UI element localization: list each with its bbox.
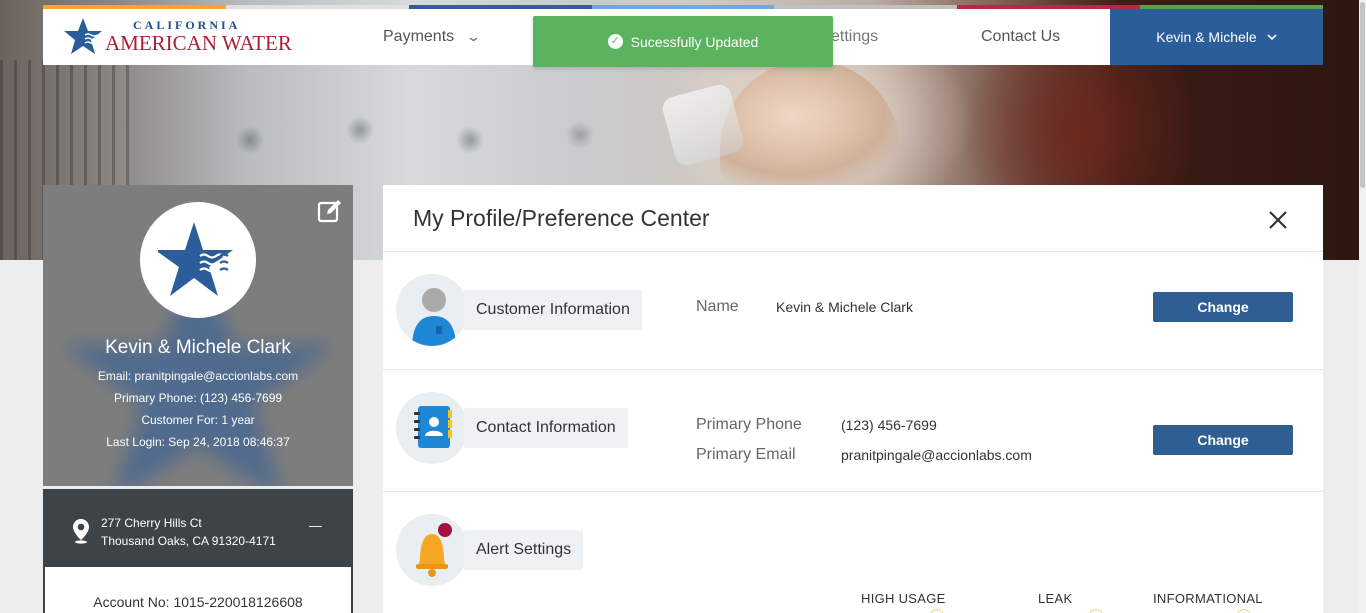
- service-address-card[interactable]: 277 Cherry Hills Ct Thousand Oaks, CA 91…: [43, 489, 353, 567]
- hero-child-image: [720, 60, 900, 185]
- field-label-name: Name: [696, 298, 739, 315]
- close-icon[interactable]: [1266, 208, 1290, 232]
- section-label-customer-information: Customer Information: [464, 290, 642, 330]
- stripe-segment: [43, 5, 226, 9]
- high-usage-toggle[interactable]: [930, 609, 944, 613]
- edit-icon[interactable]: [317, 198, 343, 224]
- logo-text-bottom: AMERICAN WATER: [105, 31, 292, 55]
- field-value-primary-email: pranitpingale@accionlabs.com: [841, 447, 1032, 463]
- chevron-down-icon: [1267, 33, 1277, 40]
- account-card: Account No: 1015-220018126608: [43, 567, 353, 613]
- field-label-primary-phone: Primary Phone: [696, 416, 802, 433]
- hero-star-garland: [220, 80, 640, 180]
- company-logo[interactable]: CALIFORNIA AMERICAN WATER: [63, 15, 292, 57]
- success-toast: ✓ Sucessfully Updated: [533, 16, 833, 67]
- stripe-segment: [225, 5, 409, 9]
- bell-icon: [396, 514, 468, 586]
- panel-title: My Profile/Preference Center: [413, 205, 710, 231]
- nav-contact-us[interactable]: Contact Us: [981, 9, 1060, 65]
- column-high-usage: HIGH USAGE: [861, 591, 946, 606]
- profile-card: Kevin & Michele Clark Email: pranitpinga…: [43, 185, 353, 486]
- address-book-icon: [396, 392, 468, 464]
- chevron-down-icon: ⌄: [465, 29, 482, 44]
- section-label-contact-information: Contact Information: [464, 408, 628, 448]
- location-pin-icon: [73, 519, 89, 544]
- collapse-icon[interactable]: —: [309, 519, 323, 532]
- stripe-segment: [591, 5, 775, 9]
- informational-toggle[interactable]: [1237, 609, 1251, 613]
- user-menu-label: Kevin & Michele: [1156, 29, 1257, 45]
- account-number: Account No: 1015-220018126608: [93, 594, 303, 610]
- scrollbar-thumb[interactable]: [1360, 2, 1365, 188]
- user-icon: [396, 274, 468, 346]
- star-water-icon: [64, 18, 102, 54]
- divider: [383, 369, 1323, 370]
- leak-toggle[interactable]: [1089, 609, 1103, 613]
- profile-phone: Primary Phone: (123) 456-7699: [113, 391, 283, 405]
- profile-email: Email: pranitpingale@accionlabs.com: [97, 369, 299, 383]
- nav-payments-label: Payments: [383, 28, 455, 45]
- change-contact-info-button[interactable]: Change: [1153, 425, 1293, 455]
- profile-name: Kevin & Michele Clark: [105, 337, 291, 358]
- field-label-primary-email: Primary Email: [696, 446, 796, 463]
- profile-customer-for: Customer For: 1 year: [141, 413, 255, 427]
- address-line-2: Thousand Oaks, CA 91320-4171: [101, 534, 276, 548]
- star-water-icon: [158, 222, 233, 296]
- field-value-primary-phone: (123) 456-7699: [841, 417, 937, 433]
- column-informational: INFORMATIONAL: [1153, 591, 1263, 606]
- nav-payments[interactable]: Payments ⌄: [383, 9, 482, 65]
- avatar: [140, 202, 256, 318]
- address-line-1: 277 Cherry Hills Ct: [101, 516, 202, 530]
- profile-last-login: Last Login: Sep 24, 2018 08:46:37: [106, 435, 290, 449]
- section-label-alert-settings: Alert Settings: [464, 530, 584, 570]
- user-menu[interactable]: Kevin & Michele: [1110, 9, 1323, 65]
- column-leak: LEAK: [1038, 591, 1073, 606]
- profile-preference-panel: My Profile/Preference Center Customer In…: [383, 185, 1323, 613]
- divider: [383, 491, 1323, 492]
- check-circle-icon: ✓: [607, 34, 623, 49]
- divider: [383, 251, 1323, 252]
- change-customer-info-button[interactable]: Change: [1153, 292, 1293, 322]
- field-value-name: Kevin & Michele Clark: [776, 299, 913, 315]
- toast-message: Sucessfully Updated: [630, 33, 759, 50]
